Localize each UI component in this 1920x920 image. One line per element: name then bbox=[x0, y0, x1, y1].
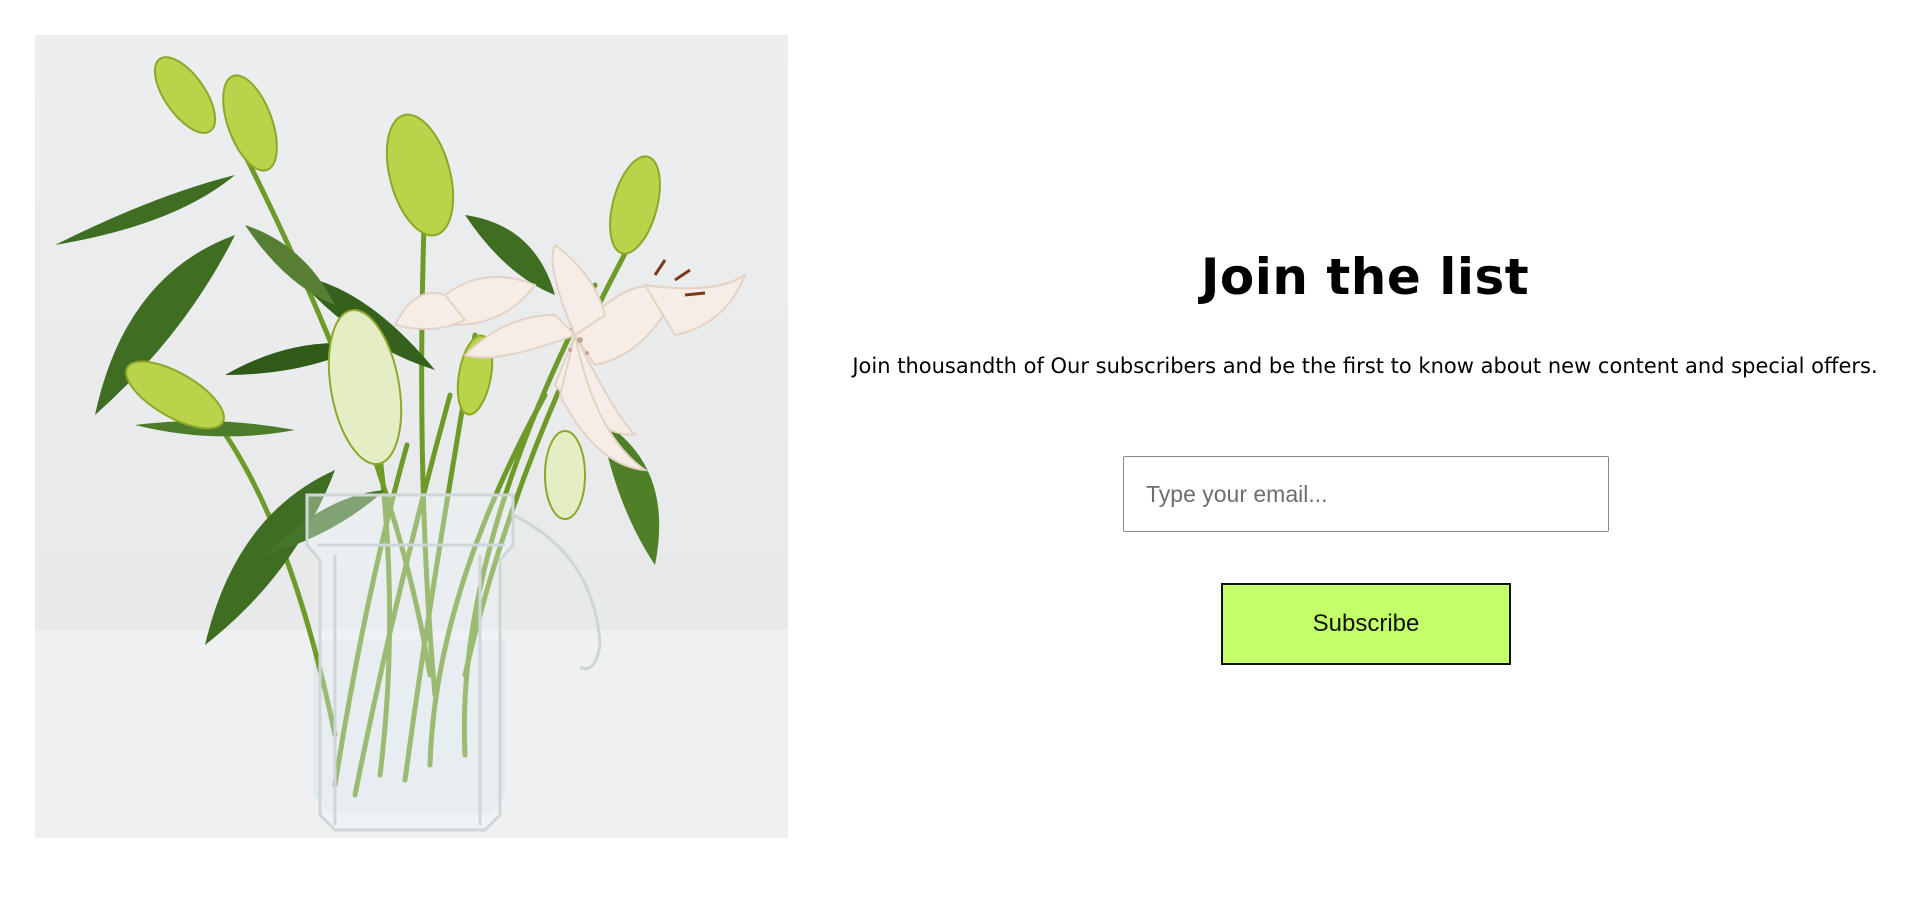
page-title: Join the list bbox=[1200, 248, 1530, 306]
subscribe-button[interactable]: Subscribe bbox=[1221, 583, 1511, 665]
signup-panel: Join the list Join thousandth of Our sub… bbox=[830, 0, 1900, 920]
lily-vase-illustration bbox=[35, 56, 788, 838]
email-input[interactable] bbox=[1123, 456, 1609, 532]
lily-vase-image bbox=[35, 35, 788, 838]
page: Join the list Join thousandth of Our sub… bbox=[0, 0, 1920, 920]
signup-description: Join thousandth of Our subscribers and b… bbox=[852, 354, 1878, 378]
